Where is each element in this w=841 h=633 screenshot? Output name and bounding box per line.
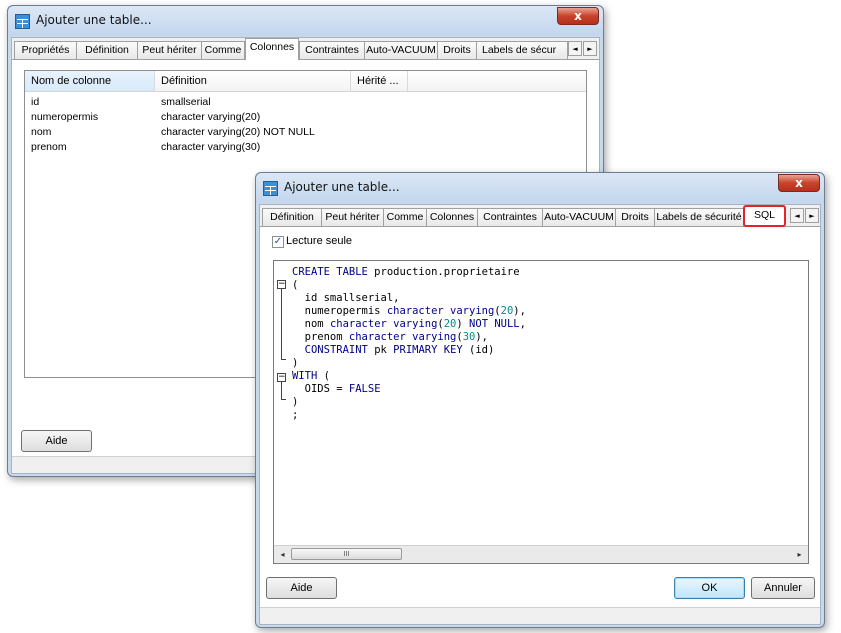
row-column-definition: character varying(20) [161, 111, 261, 123]
back-help-button[interactable]: Aide [21, 430, 92, 452]
fold-gutter: − − [274, 261, 290, 546]
tab-scroll-left-icon[interactable]: ◄ [790, 208, 804, 223]
tab-scroll-right-icon[interactable]: ► [805, 208, 819, 223]
col-header-nom[interactable]: Nom de colonne [25, 71, 155, 91]
sql-line: numeropermis character varying(20), [292, 305, 526, 317]
row-column-name: numeropermis [31, 111, 99, 123]
tab-scroll-right-icon[interactable]: ► [583, 41, 597, 56]
back-tab-proprietes[interactable]: Propriétés [14, 41, 77, 59]
front-tab-contraintes[interactable]: Contraintes [477, 208, 543, 226]
row-column-name: nom [31, 126, 52, 138]
sql-line: ( [292, 279, 299, 291]
front-tabstrip: Définition Peut hériter Comme Colonnes C… [260, 205, 820, 227]
front-tab-sql[interactable]: SQL [743, 205, 786, 227]
horizontal-scrollbar[interactable]: ◂ III ▸ [274, 545, 808, 563]
back-window-title: Ajouter une table... [36, 13, 152, 27]
sql-editor[interactable]: − − CREATE TABLE production.proprietaire… [273, 260, 809, 564]
front-tab-labels-securite[interactable]: Labels de sécurité [654, 208, 744, 226]
front-tab-definition[interactable]: Définition [262, 208, 322, 226]
back-close-button[interactable]: x [557, 7, 599, 25]
scroll-left-arrow-icon[interactable]: ◂ [276, 548, 289, 561]
readonly-checkbox[interactable]: ✓ [272, 236, 284, 248]
back-tab-labels-securite[interactable]: Labels de sécur [476, 41, 568, 59]
table-icon [15, 14, 30, 29]
table-row[interactable]: id smallserial [25, 95, 586, 110]
back-tab-contraintes[interactable]: Contraintes [299, 41, 365, 59]
table-row[interactable]: nom character varying(20) NOT NULL [25, 125, 586, 140]
back-tab-comme[interactable]: Comme [201, 41, 245, 59]
sql-line: ; [292, 409, 299, 421]
sql-line: WITH ( [292, 370, 330, 382]
fold-collapse-icon[interactable]: − [277, 373, 286, 382]
row-column-name: prenom [31, 141, 67, 153]
front-client-area: Définition Peut hériter Comme Colonnes C… [259, 204, 821, 625]
fold-end [281, 399, 286, 400]
front-help-button[interactable]: Aide [266, 577, 337, 599]
front-window-title: Ajouter une table... [284, 180, 400, 194]
back-tabstrip: Propriétés Définition Peut hériter Comme… [12, 38, 597, 60]
columns-list-header: Nom de colonne Définition Hérité ... [25, 71, 586, 92]
front-tab-scroll-arrows: ◄ ► [790, 208, 821, 224]
front-tab-comme[interactable]: Comme [383, 208, 427, 226]
front-close-button[interactable]: x [778, 174, 820, 192]
cancel-button[interactable]: Annuler [751, 577, 815, 599]
fold-end [281, 359, 286, 360]
front-tab-peut-heriter[interactable]: Peut hériter [321, 208, 384, 226]
row-column-definition: character varying(30) [161, 141, 261, 153]
front-tab-auto-vacuum[interactable]: Auto-VACUUM [542, 208, 616, 226]
fold-collapse-icon[interactable]: − [277, 280, 286, 289]
back-titlebar[interactable]: Ajouter une table... x [8, 6, 603, 36]
back-tab-scroll-arrows: ◄ ► [568, 41, 599, 57]
sql-line: nom character varying(20) NOT NULL, [292, 318, 526, 330]
sql-line: CONSTRAINT pk PRIMARY KEY (id) [304, 344, 495, 356]
back-tab-colonnes[interactable]: Colonnes [245, 38, 299, 60]
sql-line: ) [292, 357, 299, 369]
back-tab-definition[interactable]: Définition [76, 41, 138, 59]
col-header-definition[interactable]: Définition [155, 71, 351, 91]
row-column-name: id [31, 96, 40, 108]
front-dialog-window: Ajouter une table... x Définition Peut h… [255, 172, 825, 628]
sql-line: id smallserial, [292, 292, 400, 304]
table-icon [263, 181, 278, 196]
front-tab-colonnes[interactable]: Colonnes [426, 208, 478, 226]
row-column-definition: smallserial [161, 96, 211, 108]
sql-line: CREATE TABLE production.proprietaire [292, 266, 520, 278]
scroll-right-arrow-icon[interactable]: ▸ [793, 548, 806, 561]
tab-scroll-left-icon[interactable]: ◄ [568, 41, 582, 56]
table-row[interactable]: prenom character varying(30) [25, 140, 586, 155]
scroll-thumb[interactable]: III [291, 548, 402, 560]
sql-keyword: CREATE TABLE [292, 266, 368, 278]
back-tab-peut-heriter[interactable]: Peut hériter [137, 41, 202, 59]
front-status-bar [260, 607, 820, 624]
fold-line [281, 289, 282, 359]
fold-line [281, 382, 282, 399]
ok-button[interactable]: OK [674, 577, 745, 599]
sql-line: OIDS = FALSE [292, 383, 381, 395]
front-sql-panel: ✓ Lecture seule − − CREATE TABLE product… [260, 226, 820, 624]
back-tab-auto-vacuum[interactable]: Auto-VACUUM [364, 41, 438, 59]
back-tab-droits[interactable]: Droits [437, 41, 477, 59]
row-column-definition: character varying(20) NOT NULL [161, 126, 315, 138]
sql-line: ) [292, 396, 299, 408]
front-titlebar[interactable]: Ajouter une table... x [256, 173, 824, 203]
readonly-label: Lecture seule [286, 235, 353, 247]
table-row[interactable]: numeropermis character varying(20) [25, 110, 586, 125]
front-tab-droits[interactable]: Droits [615, 208, 655, 226]
col-header-herite[interactable]: Hérité ... [351, 71, 408, 91]
sql-line: prenom character varying(30), [292, 331, 489, 343]
